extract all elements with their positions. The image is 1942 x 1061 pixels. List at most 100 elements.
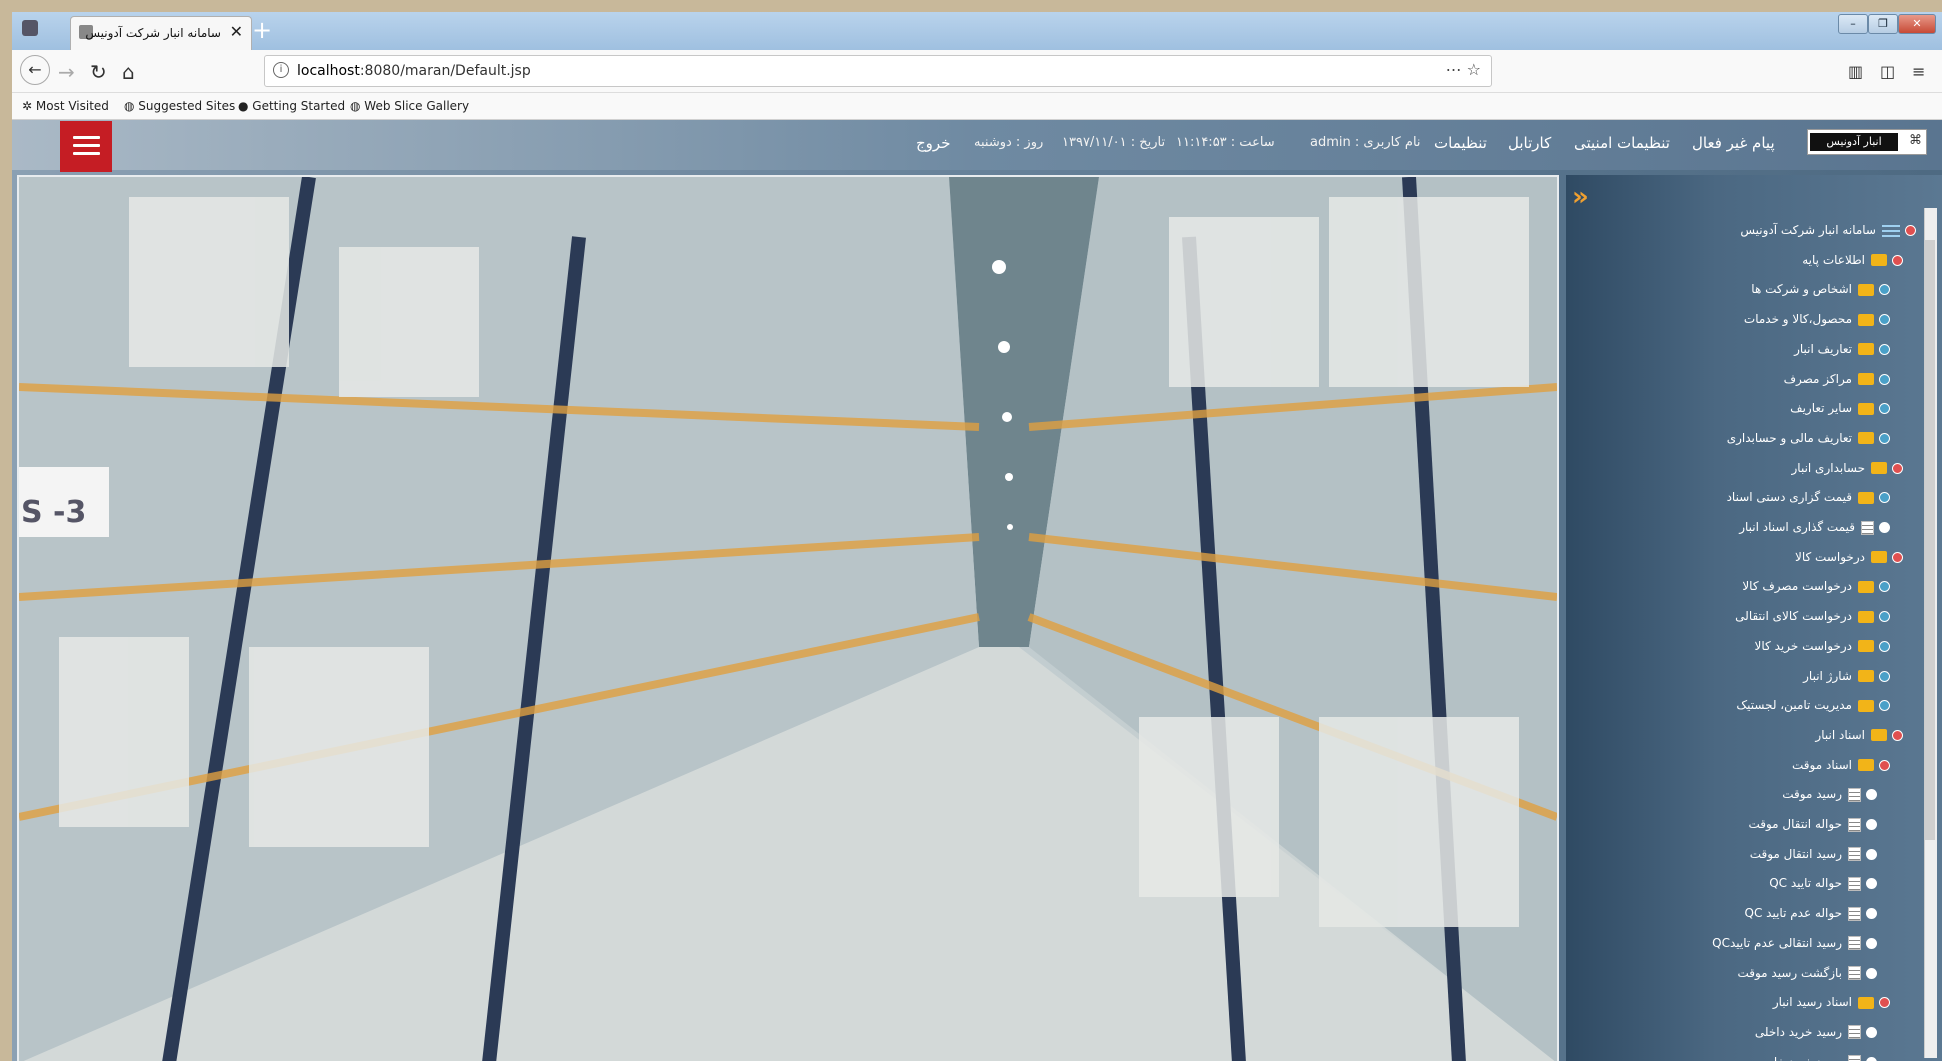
tree-item[interactable]: درخواست کالای انتقالی bbox=[1735, 609, 1890, 633]
leaf-node-icon[interactable] bbox=[1879, 522, 1890, 533]
leaf-node-icon[interactable] bbox=[1866, 908, 1877, 920]
collapse-node-icon[interactable] bbox=[1892, 462, 1903, 474]
forward-icon[interactable]: → bbox=[58, 60, 75, 84]
nav-settings[interactable]: تنظیمات bbox=[1434, 134, 1487, 152]
bookmark-getting-started[interactable]: ● Getting Started bbox=[238, 99, 345, 113]
collapse-node-icon[interactable] bbox=[1892, 729, 1903, 741]
tree-item[interactable]: سامانه انبار شرکت آدونیس bbox=[1740, 223, 1916, 247]
tree-item[interactable]: اسناد انبار bbox=[1815, 728, 1903, 752]
new-tab-button[interactable]: + bbox=[252, 16, 272, 44]
close-icon[interactable]: ✕ bbox=[230, 22, 243, 41]
url-text[interactable]: localhost:8080/maran/Default.jsp bbox=[297, 63, 531, 79]
nav-security-settings[interactable]: تنظیمات امنیتی bbox=[1574, 134, 1670, 152]
leaf-node-icon[interactable] bbox=[1866, 1026, 1877, 1038]
tree-item[interactable]: قیمت گزاری دستی اسناد bbox=[1727, 490, 1890, 514]
reload-icon[interactable]: ↻ bbox=[90, 60, 107, 84]
expand-node-icon[interactable] bbox=[1879, 611, 1890, 623]
bookmark-suggested-sites[interactable]: ◍ Suggested Sites bbox=[124, 99, 235, 113]
nav-inactive-message[interactable]: پیام غیر فعال bbox=[1692, 134, 1775, 152]
address-bar[interactable]: i localhost:8080/maran/Default.jsp ⋯ ☆ bbox=[264, 55, 1492, 87]
tree-item[interactable]: حسابداری انبار bbox=[1792, 461, 1903, 485]
tree-item[interactable]: مراکز مصرف bbox=[1784, 372, 1890, 396]
tree-item-label: مدیریت تامین، لجستیک bbox=[1736, 698, 1852, 713]
tree-item[interactable]: رسید خرید داخلی bbox=[1755, 1025, 1877, 1049]
app-logo: انبار آدونیس ⌘ bbox=[1807, 129, 1927, 155]
tree-item[interactable]: سایر تعاریف bbox=[1790, 401, 1890, 425]
home-icon[interactable]: ⌂ bbox=[122, 60, 135, 84]
firefox-menu-icon[interactable] bbox=[22, 20, 38, 36]
tree-item-label: حواله تایید QC bbox=[1769, 876, 1842, 891]
expand-node-icon[interactable] bbox=[1879, 373, 1890, 385]
tree-item[interactable]: اسناد موقت bbox=[1792, 758, 1890, 782]
leaf-node-icon[interactable] bbox=[1866, 1056, 1877, 1061]
hamburger-menu-icon[interactable]: ≡ bbox=[1912, 62, 1925, 81]
expand-node-icon[interactable] bbox=[1879, 284, 1890, 296]
expand-node-icon[interactable] bbox=[1879, 670, 1890, 682]
browser-tab[interactable]: سامانه انبار شرکت آدونیس ✕ bbox=[70, 16, 252, 51]
tree-item[interactable]: درخواست خرید کالا bbox=[1755, 639, 1890, 663]
expand-node-icon[interactable] bbox=[1879, 700, 1890, 712]
sidebar-toggle-icon[interactable]: ◫ bbox=[1880, 62, 1895, 81]
tree-item[interactable]: درخواست مصرف کالا bbox=[1742, 579, 1890, 603]
tree-item[interactable]: حواله تایید QC bbox=[1769, 876, 1877, 900]
browser-window: سامانه انبار شرکت آدونیس ✕ + – ❐ ✕ ← → ↻… bbox=[12, 12, 1942, 1061]
expand-node-icon[interactable] bbox=[1879, 432, 1890, 444]
bookmark-most-visited[interactable]: ✲ Most Visited bbox=[22, 99, 109, 113]
collapse-node-icon[interactable] bbox=[1879, 759, 1890, 771]
folder-icon bbox=[1858, 996, 1874, 1009]
minimize-button[interactable]: – bbox=[1838, 14, 1868, 34]
logout-link[interactable]: خروج bbox=[916, 134, 950, 152]
tree-item[interactable]: درخواست کالا bbox=[1795, 550, 1903, 574]
tree-item[interactable]: رسید انتقال موقت bbox=[1750, 847, 1877, 871]
main-menu-button[interactable] bbox=[60, 121, 112, 172]
collapse-sidebar-icon[interactable]: » bbox=[1572, 182, 1589, 212]
tree-item-label: رسید خرید خارجی bbox=[1751, 1055, 1842, 1061]
folder-icon bbox=[1858, 699, 1874, 712]
leaf-node-icon[interactable] bbox=[1866, 878, 1877, 890]
tree-item[interactable]: اطلاعات پایه bbox=[1802, 253, 1903, 277]
tree-item[interactable]: بازگشت رسید موقت bbox=[1737, 966, 1877, 990]
bookmark-web-slice-gallery[interactable]: ◍ Web Slice Gallery bbox=[350, 99, 469, 113]
leaf-node-icon[interactable] bbox=[1866, 789, 1877, 801]
sidebar-scrollbar-thumb[interactable] bbox=[1925, 240, 1935, 840]
collapse-node-icon[interactable] bbox=[1879, 997, 1890, 1009]
tree-item-label: رسید موقت bbox=[1782, 787, 1842, 802]
collapse-node-icon[interactable] bbox=[1892, 551, 1903, 563]
back-button[interactable]: ← bbox=[20, 55, 50, 85]
leaf-node-icon[interactable] bbox=[1866, 819, 1877, 830]
tree-item[interactable]: شارژ انبار bbox=[1803, 669, 1890, 693]
tree-item[interactable]: قیمت گذاری اسناد انبار bbox=[1739, 520, 1890, 544]
tree-item[interactable]: رسید موقت bbox=[1782, 787, 1877, 811]
tree-item[interactable]: رسید خرید خارجی bbox=[1751, 1055, 1877, 1061]
leaf-node-icon[interactable] bbox=[1866, 937, 1877, 949]
collapse-node-icon[interactable] bbox=[1892, 254, 1903, 266]
tree-item[interactable]: اشخاص و شرکت ها bbox=[1751, 282, 1890, 306]
tree-item-label: درخواست کالا bbox=[1795, 549, 1865, 564]
tree-item[interactable]: تعاریف انبار bbox=[1794, 342, 1890, 366]
leaf-node-icon[interactable] bbox=[1866, 848, 1877, 860]
leaf-node-icon[interactable] bbox=[1866, 967, 1877, 979]
expand-node-icon[interactable] bbox=[1879, 640, 1890, 652]
maximize-button[interactable]: ❐ bbox=[1868, 14, 1898, 34]
tree-item[interactable]: حواله انتقال موقت bbox=[1748, 817, 1877, 841]
warehouse-banner-image: S -3 bbox=[17, 175, 1559, 1061]
collapse-node-icon[interactable] bbox=[1905, 225, 1916, 236]
close-window-button[interactable]: ✕ bbox=[1898, 14, 1936, 34]
tree-item[interactable]: رسید انتقالی عدم تاییدQC bbox=[1712, 936, 1877, 960]
expand-node-icon[interactable] bbox=[1879, 343, 1890, 355]
page-actions-icon[interactable]: ⋯ ☆ bbox=[1446, 60, 1481, 79]
tree-item[interactable]: محصول،کالا و خدمات bbox=[1744, 312, 1890, 336]
expand-node-icon[interactable] bbox=[1879, 492, 1890, 504]
folder-icon bbox=[1858, 402, 1874, 415]
info-icon[interactable]: i bbox=[273, 62, 289, 78]
expand-node-icon[interactable] bbox=[1879, 403, 1890, 415]
tree-item[interactable]: اسناد رسید انبار bbox=[1773, 995, 1890, 1019]
tree-item[interactable]: مدیریت تامین، لجستیک bbox=[1736, 698, 1890, 722]
expand-node-icon[interactable] bbox=[1879, 314, 1890, 326]
tree-item[interactable]: حواله عدم تایید QC bbox=[1745, 906, 1877, 930]
library-icon[interactable]: ▥ bbox=[1848, 62, 1863, 81]
tree-item[interactable]: تعاریف مالی و حسابداری bbox=[1727, 431, 1890, 455]
nav-cartable[interactable]: کارتابل bbox=[1508, 134, 1551, 152]
folder-icon bbox=[1871, 462, 1887, 475]
expand-node-icon[interactable] bbox=[1879, 581, 1890, 593]
